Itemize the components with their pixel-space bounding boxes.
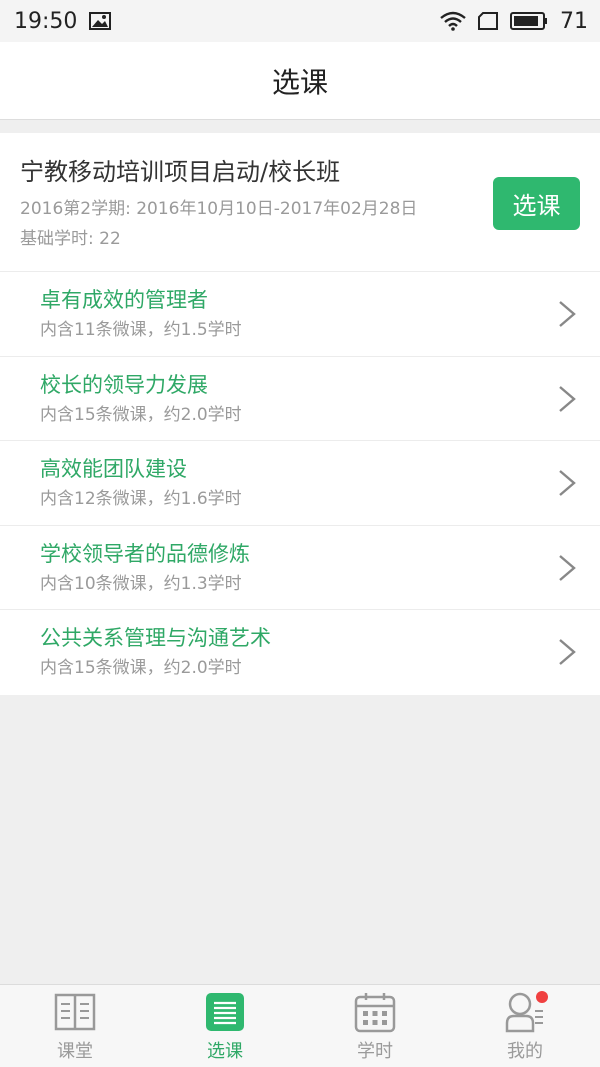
- status-right: 71: [440, 9, 588, 34]
- tab-label: 我的: [507, 1041, 543, 1062]
- module-row[interactable]: 卓有成效的管理者 内含11条微课，约1.5学时: [0, 272, 600, 357]
- module-subtitle: 内含11条微课，约1.5学时: [40, 320, 242, 340]
- list-icon: [206, 993, 244, 1031]
- book-icon: [54, 993, 96, 1031]
- chevron-right-icon: [559, 385, 576, 412]
- module-title: 校长的领导力发展: [40, 372, 208, 397]
- tab-select-course[interactable]: 选课: [150, 985, 300, 1067]
- module-title: 学校领导者的品德修炼: [40, 541, 250, 566]
- tab-classroom[interactable]: 课堂: [0, 985, 150, 1067]
- module-title: 公共关系管理与沟通艺术: [40, 626, 271, 651]
- status-bar: 19:50 71: [0, 0, 600, 42]
- module-row[interactable]: 高效能团队建设 内含12条微课，约1.6学时: [0, 441, 600, 526]
- module-subtitle: 内含15条微课，约2.0学时: [40, 404, 242, 425]
- tab-study-hours[interactable]: 学时: [300, 985, 450, 1067]
- module-row[interactable]: 公共关系管理与沟通艺术 内含15条微课，约2.0学时: [0, 610, 600, 695]
- chevron-right-icon: [559, 301, 576, 327]
- image-icon: [89, 12, 112, 30]
- course-card: 宁教移动培训项目启动/校长班 2016第2学期: 2016年10月10日-201…: [0, 133, 600, 695]
- battery-icon: [510, 12, 547, 30]
- tab-label: 选课: [207, 1041, 243, 1062]
- wifi-icon: [440, 11, 466, 31]
- course-header: 宁教移动培训项目启动/校长班 2016第2学期: 2016年10月10日-201…: [0, 133, 600, 272]
- course-base-hours: 基础学时: 22: [20, 229, 121, 249]
- module-row[interactable]: 学校领导者的品德修炼 内含10条微课，约1.3学时: [0, 526, 600, 611]
- tab-label: 课堂: [57, 1041, 93, 1062]
- chevron-right-icon: [559, 554, 576, 581]
- nav-bar: 选课: [0, 42, 600, 120]
- chevron-right-icon: [559, 639, 576, 666]
- module-row[interactable]: 校长的领导力发展 内含15条微课，约2.0学时: [0, 357, 600, 442]
- module-title: 卓有成效的管理者: [40, 288, 208, 312]
- tab-label: 学时: [357, 1041, 393, 1062]
- tab-mine[interactable]: 我的: [450, 985, 600, 1067]
- battery-level: 71: [560, 8, 588, 34]
- sim-icon: [478, 12, 498, 30]
- bottom-tab-bar: 课堂 选课 学时 我的: [0, 984, 600, 1067]
- select-course-button[interactable]: 选课: [493, 177, 580, 230]
- notification-badge: [536, 991, 548, 1003]
- module-subtitle: 内含12条微课，约1.6学时: [40, 489, 242, 510]
- page-title: 选课: [271, 65, 328, 99]
- calendar-icon: [354, 993, 396, 1033]
- module-subtitle: 内含10条微课，约1.3学时: [40, 573, 242, 594]
- chevron-right-icon: [559, 470, 576, 497]
- status-time: 19:50: [14, 8, 78, 34]
- module-subtitle: 内含15条微课，约2.0学时: [40, 658, 242, 679]
- status-left: 19:50: [14, 8, 112, 34]
- module-title: 高效能团队建设: [40, 457, 187, 482]
